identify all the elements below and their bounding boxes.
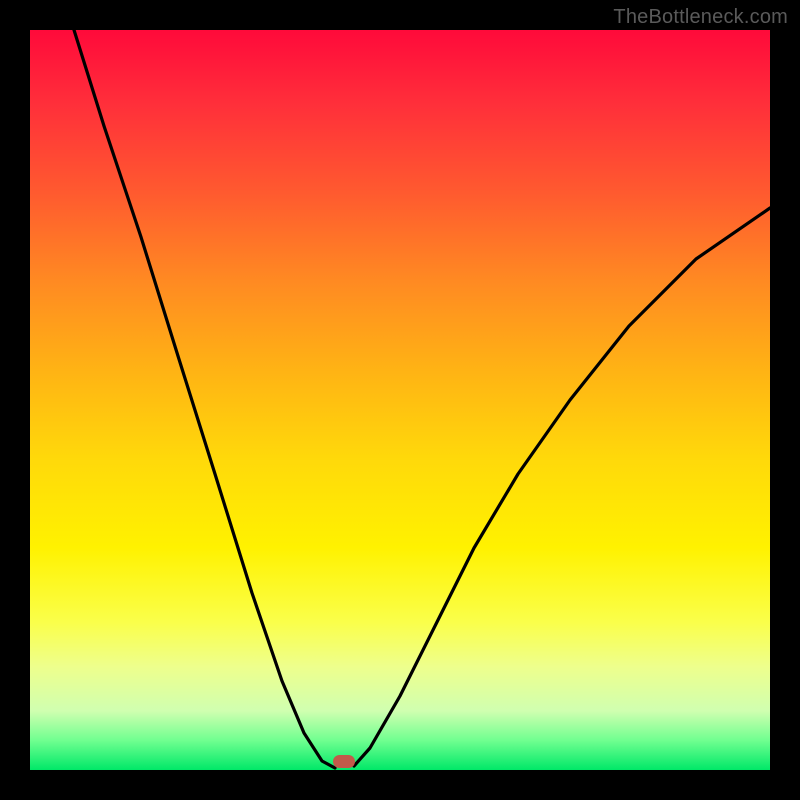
curve-left-branch	[74, 30, 335, 768]
bottleneck-curve	[30, 30, 770, 770]
watermark-text: TheBottleneck.com	[613, 6, 788, 29]
chart-frame: TheBottleneck.com	[0, 0, 800, 800]
optimal-point-marker	[333, 755, 355, 768]
plot-area	[30, 30, 770, 770]
curve-right-branch	[354, 208, 770, 766]
